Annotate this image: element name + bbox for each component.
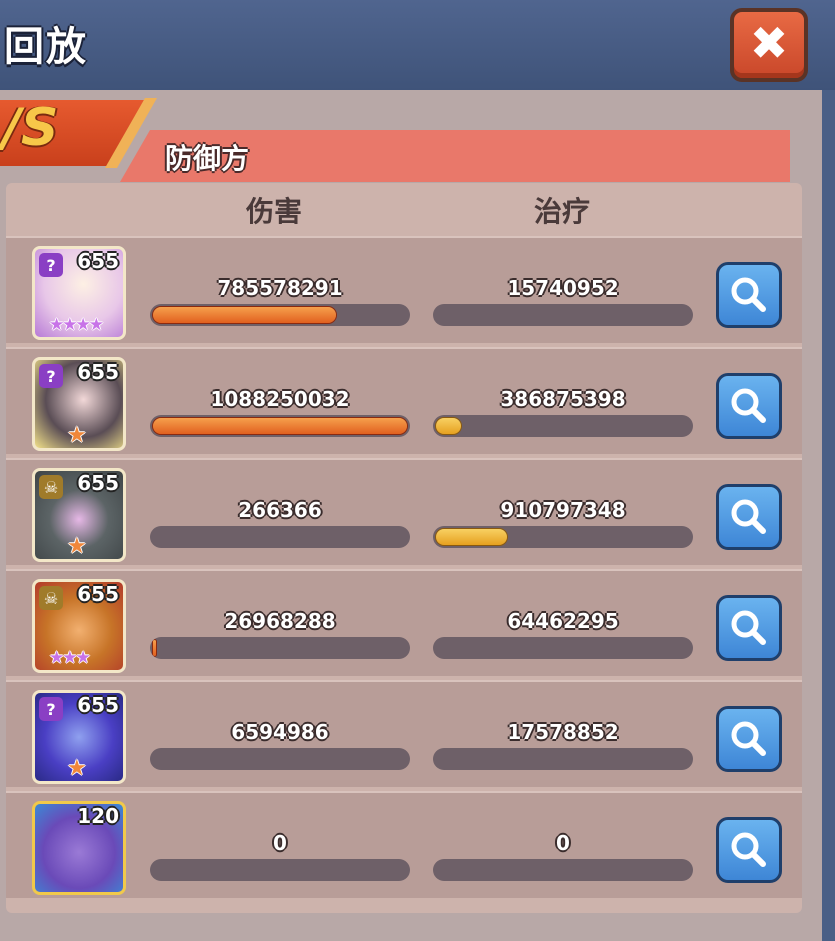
magnifier-icon: [731, 610, 766, 645]
hero-row: ? 655 ★ 6594986 17578852: [6, 680, 802, 787]
hero-row: 120 0 0: [6, 791, 802, 898]
healing-bar: [433, 637, 693, 659]
damage-bar-fill: [153, 307, 336, 323]
magnifier-icon: [731, 277, 766, 312]
healing-bar: [433, 526, 693, 548]
magnifier-icon: [731, 832, 766, 867]
healing-value: 0: [556, 831, 570, 855]
damage-column-header: 伤害: [246, 195, 303, 228]
damage-value: 26968288: [224, 609, 336, 633]
header-bar: 回放 ✖: [0, 0, 835, 90]
details-button[interactable]: [716, 262, 782, 328]
question-icon: ?: [39, 364, 63, 388]
hero-level: 655: [77, 360, 119, 384]
star-rating: ★: [67, 423, 87, 448]
healing-column-header: 治疗: [534, 195, 591, 228]
damage-bar: [150, 748, 410, 770]
damage-bar: [150, 637, 410, 659]
close-icon: ✖: [749, 16, 789, 70]
healing-bar: [433, 304, 693, 326]
skull-icon: ☠: [39, 586, 63, 610]
hero-level: 655: [77, 693, 119, 717]
close-button[interactable]: ✖: [730, 8, 808, 82]
window-title: 回放: [4, 24, 88, 70]
damage-bar-fill: [153, 640, 156, 656]
details-button[interactable]: [716, 817, 782, 883]
details-button[interactable]: [716, 373, 782, 439]
healing-value: 386875398: [500, 387, 626, 411]
hero-avatar[interactable]: 120: [32, 801, 126, 895]
damage-value: 0: [273, 831, 287, 855]
damage-bar: [150, 526, 410, 548]
healing-bar: [433, 415, 693, 437]
healing-bar-fill: [436, 418, 461, 434]
healing-bar: [433, 748, 693, 770]
magnifier-icon: [731, 388, 766, 423]
hero-level: 655: [77, 582, 119, 606]
hero-avatar[interactable]: ☠ 655 ★★★: [32, 579, 126, 673]
hero-avatar[interactable]: ? 655 ★: [32, 690, 126, 784]
healing-value: 910797348: [500, 498, 626, 522]
star-rating: ★: [67, 534, 87, 559]
question-icon: ?: [39, 697, 63, 721]
details-button[interactable]: [716, 706, 782, 772]
hero-avatar[interactable]: ? 655 ★: [32, 357, 126, 451]
hero-avatar[interactable]: ☠ 655 ★: [32, 468, 126, 562]
hero-row: ☠ 655 ★★★ 26968288 64462295: [6, 569, 802, 676]
hero-level: 120: [77, 804, 119, 828]
healing-value: 17578852: [507, 720, 619, 744]
magnifier-icon: [731, 721, 766, 756]
damage-bar: [150, 415, 410, 437]
magnifier-icon: [731, 499, 766, 534]
damage-value: 266366: [238, 498, 322, 522]
damage-bar: [150, 859, 410, 881]
details-button[interactable]: [716, 595, 782, 661]
hero-avatar[interactable]: ? 655 ★★★★: [32, 246, 126, 340]
hero-level: 655: [77, 249, 119, 273]
star-rating: ★: [67, 756, 87, 781]
healing-value: 15740952: [507, 276, 619, 300]
star-rating: ★★★★: [49, 315, 104, 335]
damage-value: 6594986: [231, 720, 329, 744]
damage-value: 785578291: [217, 276, 343, 300]
question-icon: ?: [39, 253, 63, 277]
vs-badge: /S: [2, 98, 59, 158]
star-rating: ★★★: [49, 648, 91, 668]
skull-icon: ☠: [39, 475, 63, 499]
defender-label: 防御方: [165, 142, 250, 175]
hero-row: ☠ 655 ★ 266366 910797348: [6, 458, 802, 565]
healing-bar: [433, 859, 693, 881]
healing-bar-fill: [436, 529, 507, 545]
healing-value: 64462295: [507, 609, 619, 633]
damage-bar-fill: [153, 418, 407, 434]
hero-level: 655: [77, 471, 119, 495]
hero-row: ? 655 ★ 1088250032 386875398: [6, 347, 802, 454]
damage-value: 1088250032: [210, 387, 350, 411]
details-button[interactable]: [716, 484, 782, 550]
hero-row: ? 655 ★★★★ 785578291 15740952: [6, 236, 802, 343]
damage-bar: [150, 304, 410, 326]
